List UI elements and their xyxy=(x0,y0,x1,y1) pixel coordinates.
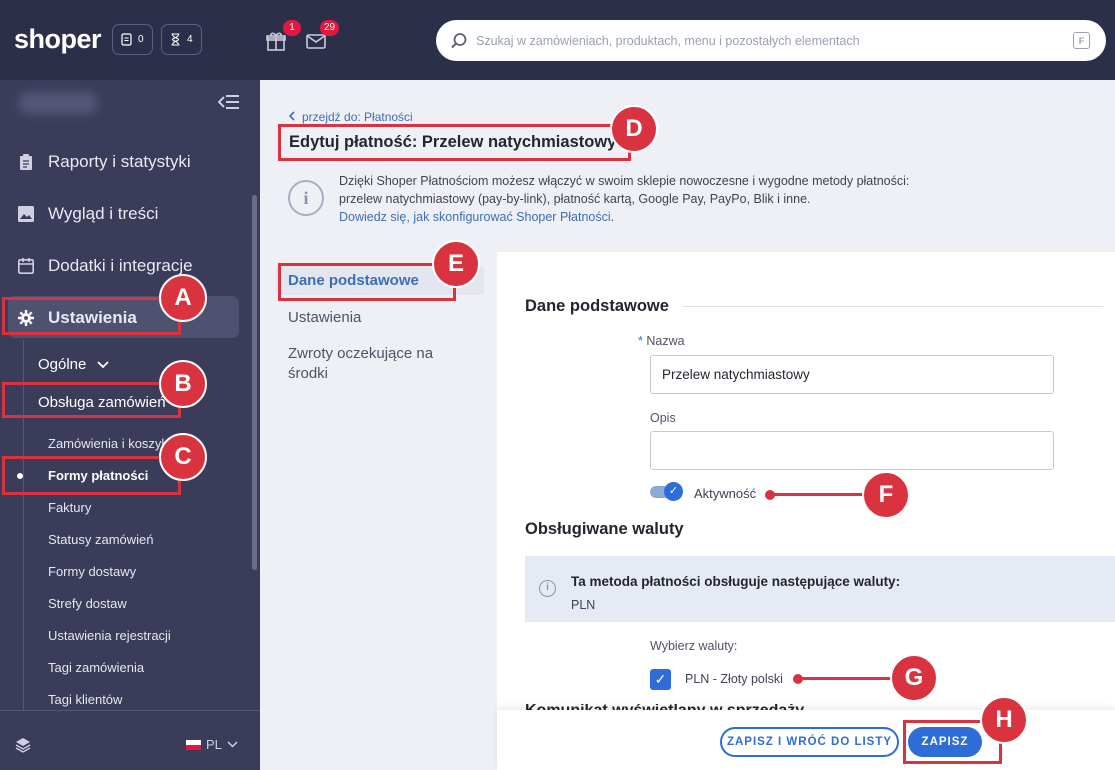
submenu-general-label: Ogólne xyxy=(38,356,87,373)
info-icon: i xyxy=(288,180,324,216)
save-and-back-button[interactable]: ZAPISZ I WRÓĆ DO LISTY xyxy=(720,727,899,757)
sidebar-item-label: Wygląd i treści xyxy=(48,204,159,223)
section-currencies-heading: Obsługiwane waluty xyxy=(525,520,684,538)
tasks-chip[interactable]: 4 xyxy=(161,24,202,55)
chevron-down-icon xyxy=(227,741,238,748)
name-label-text: Nazwa xyxy=(646,334,685,348)
check-icon: ✓ xyxy=(664,482,683,501)
gift-badge: 1 xyxy=(283,20,301,36)
language-switcher[interactable]: PL xyxy=(186,737,238,752)
sidebar-item-label: Raporty i statystyki xyxy=(48,152,191,171)
submenu-shipping-zones[interactable]: Strefy dostaw xyxy=(48,596,127,611)
sidebar-item-reports[interactable]: Raporty i statystyki xyxy=(18,152,191,172)
marker-c: C xyxy=(159,433,207,481)
currency-info-value: PLN xyxy=(571,598,596,612)
submenu-registration-settings[interactable]: Ustawienia rejestracji xyxy=(48,628,171,643)
marker-b: B xyxy=(159,360,207,408)
chevron-left-icon xyxy=(288,111,295,121)
submenu-customer-tags[interactable]: Tagi klientów xyxy=(48,692,122,707)
submenu-order-tags[interactable]: Tagi zamówienia xyxy=(48,660,144,675)
sidebar-item-addons[interactable]: Dodatki i integracje xyxy=(18,256,193,276)
sidebar-scrollbar[interactable] xyxy=(252,195,257,570)
mail-badge: 29 xyxy=(320,20,340,36)
currency-option-label: PLN - Złoty polski xyxy=(685,672,783,686)
form-panel: Dane podstawowe * Nazwa Przelew natychmi… xyxy=(497,252,1115,770)
tasks-count: 4 xyxy=(187,34,193,45)
orders-count: 0 xyxy=(138,34,144,45)
choose-currency-label: Wybierz waluty: xyxy=(650,639,738,653)
search-icon xyxy=(451,32,467,48)
active-bullet xyxy=(17,473,23,479)
pointer-line-g xyxy=(798,677,893,680)
account-name-blurred xyxy=(18,92,98,114)
search-shortcut-icon: F xyxy=(1073,32,1090,49)
submenu-orders-cart[interactable]: Zamówienia i koszyk xyxy=(48,436,168,451)
name-field[interactable]: Przelew natychmiastowy xyxy=(650,355,1054,394)
info-text: Dzięki Shoper Płatnościom możesz włączyć… xyxy=(339,172,959,226)
description-label: Opis xyxy=(650,411,676,425)
section-basic-title: Dane podstawowe xyxy=(525,297,669,315)
info-line-1: Dzięki Shoper Płatnościom możesz włączyć… xyxy=(339,174,910,188)
marker-h: H xyxy=(980,696,1028,744)
submenu-payment-methods[interactable]: Formy płatności xyxy=(48,468,148,483)
submenu-shipping-methods[interactable]: Formy dostawy xyxy=(48,564,136,579)
image-icon xyxy=(18,206,34,222)
save-button[interactable]: ZAPISZ xyxy=(908,727,982,757)
submenu-invoices[interactable]: Faktury xyxy=(48,500,91,515)
sidebar-item-appearance[interactable]: Wygląd i treści xyxy=(18,204,158,224)
marker-e: E xyxy=(432,240,480,288)
tab-settings[interactable]: Ustawienia xyxy=(276,303,484,332)
document-icon xyxy=(121,33,132,46)
currency-info-title: Ta metoda płatności obsługuje następując… xyxy=(571,574,901,589)
currency-checkbox[interactable]: ✓ xyxy=(650,669,671,690)
section-basic-heading: Dane podstawowe xyxy=(525,297,1103,316)
name-label: * Nazwa xyxy=(638,334,685,348)
collapse-sidebar-icon[interactable] xyxy=(217,94,240,115)
submenu-guide-line xyxy=(23,340,24,710)
sidebar-footer: PL xyxy=(0,710,260,770)
sidebar-item-settings[interactable]: Ustawienia xyxy=(18,308,137,328)
search-input[interactable] xyxy=(476,33,1073,48)
info-line-2: przelew natychmiastowy (pay-by-link), pł… xyxy=(339,192,811,206)
back-link[interactable]: przejdź do: Płatności xyxy=(288,110,413,124)
calendar-icon xyxy=(18,258,34,274)
info-link[interactable]: Dowiedz się, jak skonfigurować Shoper Pł… xyxy=(339,210,611,224)
page-title: Edytuj płatność: Przelew natychmiastowy xyxy=(289,133,617,151)
submenu-order-statuses[interactable]: Statusy zamówień xyxy=(48,532,154,547)
info-link-end: . xyxy=(610,210,615,224)
top-bar: shoper 0 4 1 29 F xyxy=(0,0,1115,80)
global-search: F xyxy=(436,20,1106,61)
marker-a: A xyxy=(159,274,207,322)
gift-icon[interactable] xyxy=(265,30,287,52)
active-toggle[interactable]: ✓ xyxy=(650,482,683,501)
chevron-down-icon xyxy=(96,361,109,369)
marker-f: F xyxy=(862,471,910,519)
sidebar-item-label: Dodatki i integracje xyxy=(48,256,193,275)
marker-d: D xyxy=(610,105,658,153)
marker-g: G xyxy=(890,654,938,702)
active-label: Aktywność xyxy=(694,486,757,501)
pointer-line-f xyxy=(770,493,865,496)
description-field[interactable] xyxy=(650,431,1054,470)
sidebar-item-label: Ustawienia xyxy=(48,308,137,327)
gear-icon xyxy=(18,310,34,326)
language-code: PL xyxy=(206,737,222,752)
sidebar: Raporty i statystyki Wygląd i treści Dod… xyxy=(0,80,260,770)
back-link-label: przejdź do: Płatności xyxy=(302,110,413,124)
shoper-logo[interactable]: shoper xyxy=(14,24,102,55)
poland-flag-icon xyxy=(186,739,201,750)
orders-chip[interactable]: 0 xyxy=(112,24,153,55)
submenu-general[interactable]: Ogólne xyxy=(38,356,109,373)
currency-info-box: i Ta metoda płatności obsługuje następuj… xyxy=(525,556,1115,622)
tab-refunds[interactable]: Zwroty oczekujące na środki xyxy=(276,338,446,390)
clipboard-icon xyxy=(20,154,32,170)
layers-icon[interactable] xyxy=(15,737,31,753)
info-icon: i xyxy=(539,580,556,597)
required-marker: * xyxy=(638,334,643,348)
hourglass-icon xyxy=(171,33,180,46)
submenu-orders[interactable]: Obsługa zamówień xyxy=(38,394,166,411)
